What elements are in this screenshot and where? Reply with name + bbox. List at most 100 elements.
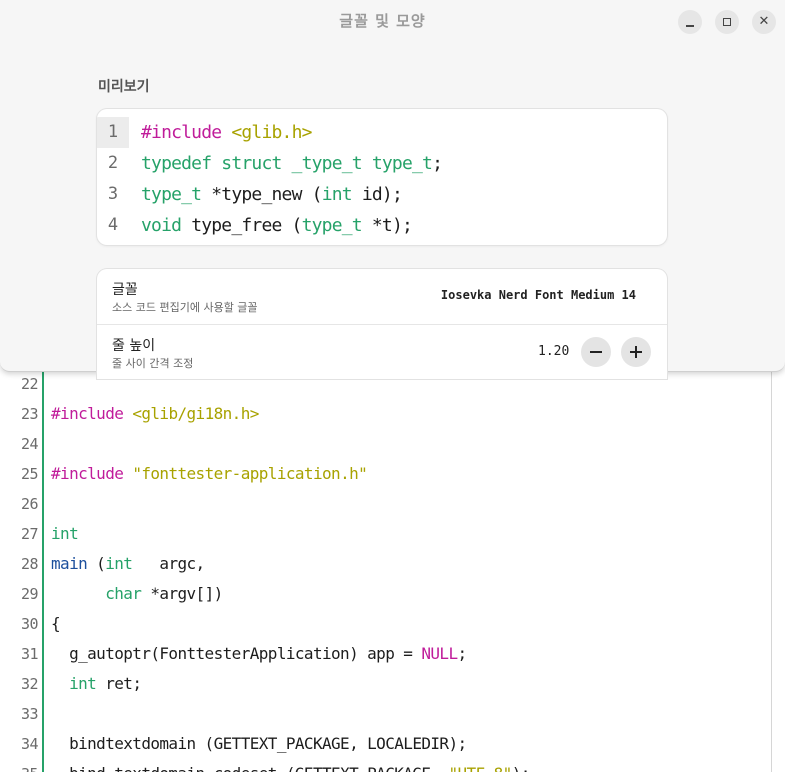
code-token: char	[105, 584, 142, 603]
code-token: );	[512, 764, 531, 772]
decrease-line-height-button[interactable]	[581, 337, 611, 367]
editor-line: 29 char *argv[])	[0, 582, 771, 612]
line-height-title: 줄 높이	[112, 338, 156, 354]
preview-line: 2 typedef struct _type_t type_t;	[97, 148, 667, 179]
preview-line-text: type_t *type_new (int id);	[141, 179, 403, 210]
editor-code-area[interactable]: 22 23 #include <glib/gi18n.h> 24 25 #include …	[0, 372, 771, 772]
code-token: "fonttester-application.h"	[132, 464, 368, 483]
editor-line-text[interactable]: int	[51, 524, 79, 543]
editor-line-number: 30	[20, 615, 39, 633]
editor-line-number: 25	[20, 465, 39, 483]
editor-line: 26	[0, 492, 771, 522]
editor-line-number: 27	[20, 525, 39, 543]
code-editor[interactable]: 22 23 #include <glib/gi18n.h> 24 25 #include …	[0, 372, 785, 772]
code-token: <glib/gi18n.h>	[132, 404, 259, 423]
editor-line-text[interactable]: char *argv[])	[51, 584, 223, 603]
font-settings-list: 글꼴 소스 코드 편집기에 사용할 글꼴 Iosevka Nerd Font M…	[97, 269, 667, 379]
editor-line-text[interactable]: #include "fonttester-application.h"	[51, 464, 368, 483]
preview-line-number: 1	[97, 117, 129, 148]
editor-line-text[interactable]: main (int argc,	[51, 554, 205, 573]
code-token: *argv[])	[141, 584, 223, 603]
line-height-row: 줄 높이 줄 사이 간격 조정 1.20	[97, 324, 667, 379]
editor-line-text[interactable]: bind_textdomain_codeset (GETTEXT_PACKAGE…	[51, 764, 530, 772]
code-token: int	[69, 674, 97, 693]
editor-line-number: 32	[20, 675, 39, 693]
maximize-icon	[723, 18, 731, 26]
minimize-button[interactable]	[678, 10, 702, 34]
dialog-title: 글꼴 및 모양	[339, 12, 426, 30]
code-token: g_autoptr(FonttesterApplication) app =	[51, 644, 422, 663]
code-token: int	[321, 184, 353, 205]
editor-line: 35 bind_textdomain_codeset (GETTEXT_PACK…	[0, 762, 771, 772]
preview-label: 미리보기	[98, 79, 150, 95]
editor-line-text[interactable]: int ret;	[51, 674, 142, 693]
code-token: bind_textdomain_codeset (GETTEXT_PACKAGE…	[51, 764, 448, 772]
editor-line-text[interactable]: {	[51, 614, 61, 633]
preview-line-number: 2	[107, 153, 119, 173]
editor-line-number: 23	[20, 405, 39, 423]
code-token: <glib.h>	[231, 122, 312, 143]
code-token: #include	[51, 464, 124, 483]
code-token: ;	[432, 153, 443, 174]
editor-line: 28 main (int argc,	[0, 552, 771, 582]
preview-line-text: void type_free (type_t *t);	[141, 210, 413, 241]
code-token: (	[87, 554, 106, 573]
increase-line-height-button[interactable]	[621, 337, 651, 367]
code-token: int	[105, 554, 133, 573]
code-token: void	[141, 215, 182, 236]
font-row-subtitle: 소스 코드 편집기에 사용할 글꼴	[112, 301, 258, 314]
preview-line: 3 type_t *type_new (int id);	[97, 179, 667, 210]
line-height-subtitle: 줄 사이 간격 조정	[112, 357, 194, 370]
maximize-button[interactable]	[715, 10, 739, 34]
editor-line: 24	[0, 432, 771, 462]
editor-right-margin	[771, 372, 772, 772]
editor-line-number: 33	[20, 705, 39, 723]
editor-line: 33	[0, 702, 771, 732]
editor-line-number: 35	[0, 765, 39, 772]
editor-line-number: 26	[20, 495, 39, 513]
editor-line: 31 g_autoptr(FonttesterApplication) app …	[0, 642, 771, 672]
code-token: ret;	[96, 674, 142, 693]
editor-line: 25 #include "fonttester-application.h"	[0, 462, 771, 492]
code-token: int	[51, 524, 79, 543]
font-row[interactable]: 글꼴 소스 코드 편집기에 사용할 글꼴 Iosevka Nerd Font M…	[97, 269, 667, 324]
minus-icon	[590, 351, 602, 353]
code-token: bindtextdomain (GETTEXT_PACKAGE, LOCALED…	[51, 734, 467, 753]
font-value[interactable]: Iosevka Nerd Font Medium 14	[441, 288, 636, 302]
minimize-icon	[686, 25, 694, 27]
close-button[interactable]: ✕	[752, 10, 776, 34]
editor-line-number: 22	[20, 375, 39, 393]
editor-line-text[interactable]: g_autoptr(FonttesterApplication) app = N…	[51, 644, 467, 663]
preview-line-text: typedef struct _type_t type_t;	[141, 148, 443, 179]
editor-line-text[interactable]: #include <glib/gi18n.h>	[51, 404, 259, 423]
code-token: main	[51, 554, 88, 573]
editor-line: 23 #include <glib/gi18n.h>	[0, 402, 771, 432]
font-appearance-dialog: 글꼴 및 모양 ✕ 미리보기 1 #include <glib.h> 2 typede…	[0, 0, 785, 379]
code-token: "UTF-8"	[448, 764, 512, 772]
preview-line-number: 3	[107, 184, 119, 204]
preview-line: 1 #include <glib.h>	[97, 117, 667, 148]
editor-line-text[interactable]: bindtextdomain (GETTEXT_PACKAGE, LOCALED…	[51, 734, 467, 753]
code-token: *t);	[361, 215, 413, 236]
editor-line-number: 28	[20, 555, 39, 573]
preview-line-number: 4	[107, 215, 119, 235]
preview-code-box: 1 #include <glib.h> 2 typedef struct _type_…	[97, 109, 667, 245]
code-token: #include	[51, 404, 124, 423]
code-token: ;	[457, 644, 468, 663]
editor-line: 30 {	[0, 612, 771, 642]
code-token: type_free (	[181, 215, 302, 236]
code-token: *type_new (	[201, 184, 322, 205]
preview-line-text: #include <glib.h>	[141, 117, 312, 148]
editor-line: 34 bindtextdomain (GETTEXT_PACKAGE, LOCA…	[0, 732, 771, 762]
editor-line-number: 34	[20, 735, 39, 753]
editor-line: 32 int ret;	[0, 672, 771, 702]
code-token: id);	[351, 184, 403, 205]
preview-line: 4 void type_free (type_t *t);	[97, 210, 667, 241]
code-token: NULL	[421, 644, 458, 663]
plus-icon-vertical	[635, 346, 637, 358]
editor-line-number: 31	[20, 645, 39, 663]
code-token: typedef struct _type_t type_t	[141, 153, 433, 174]
